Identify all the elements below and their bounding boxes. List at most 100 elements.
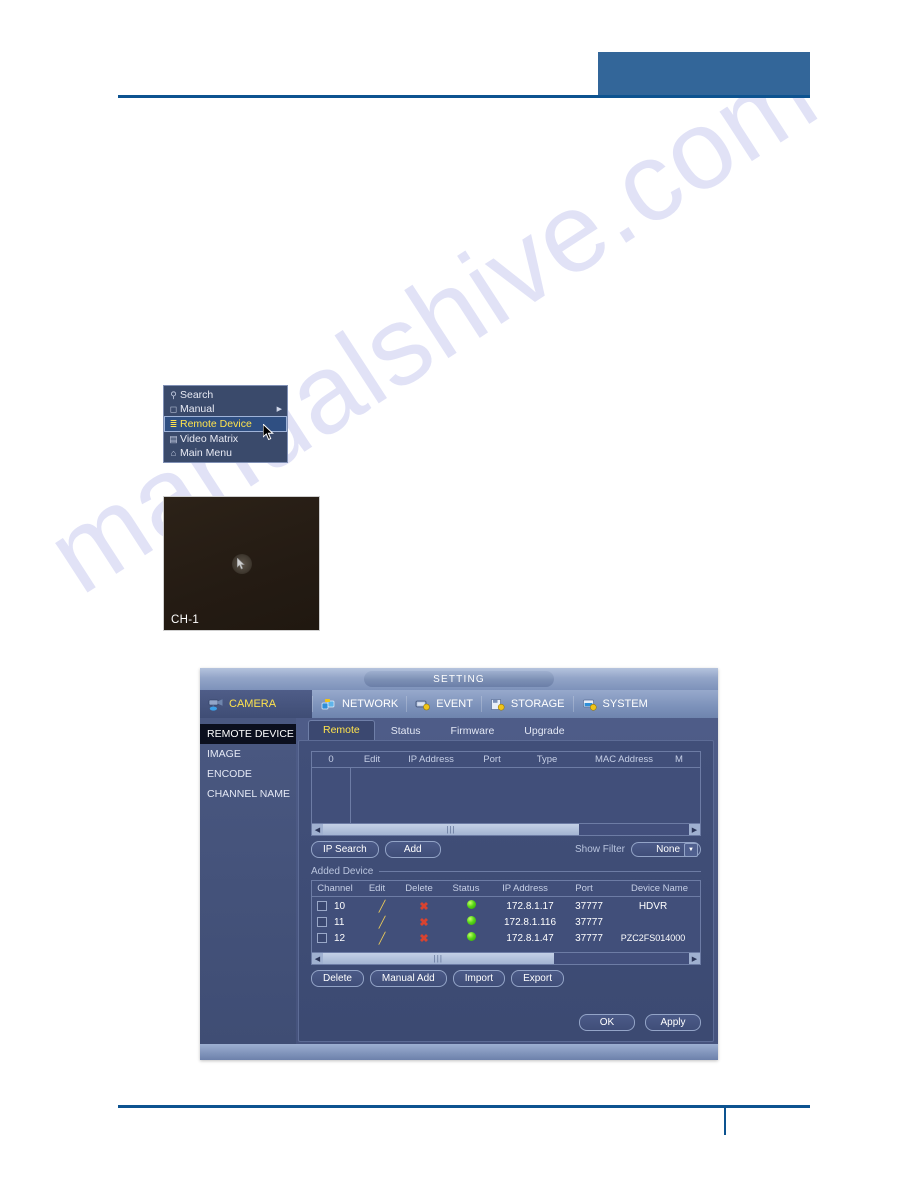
tab-firmware[interactable]: Firmware [437, 722, 509, 740]
tab-bar: Remote Status Firmware Upgrade [296, 718, 718, 740]
cell-port: 37777 [575, 900, 603, 912]
scroll-track[interactable]: ||| [323, 824, 689, 835]
chevron-down-icon[interactable]: ▼ [684, 842, 698, 857]
dialog-sidebar: REMOTE DEVICE IMAGE ENCODE CHANNEL NAME [200, 718, 296, 1044]
search-table-hscrollbar[interactable]: ◀ ||| ▶ [312, 823, 700, 835]
show-filter-select[interactable]: None ▼ [631, 842, 701, 857]
status-led-icon [466, 932, 476, 941]
edit-pencil-icon[interactable]: ╱ [379, 917, 386, 929]
scroll-right-icon[interactable]: ▶ [689, 953, 700, 964]
table-row[interactable]: 11 ╱ ✖ 172.8.1.116 37777 [312, 914, 700, 930]
col-device-name: Device Name [630, 883, 688, 894]
show-filter-value: None [656, 844, 680, 855]
system-icon [582, 699, 597, 711]
ok-button[interactable]: OK [579, 1014, 635, 1031]
delete-x-icon[interactable]: ✖ [419, 917, 428, 929]
nav-tab-label: CAMERA [229, 698, 277, 710]
scroll-thumb[interactable]: ||| [323, 953, 554, 964]
cell-ip-address: 172.8.1.17 [506, 900, 554, 912]
channel-preview[interactable]: CH-1 [163, 496, 320, 631]
delete-x-icon[interactable]: ✖ [419, 901, 428, 913]
show-filter-group: Show Filter None ▼ [575, 842, 701, 857]
col-edit: Edit [363, 754, 381, 765]
nav-tab-storage[interactable]: STORAGE [482, 690, 573, 718]
sidebar-item-image[interactable]: IMAGE [200, 744, 296, 764]
col-m: M [675, 754, 683, 765]
scroll-grip-icon: ||| [446, 825, 456, 834]
storage-icon [491, 698, 505, 710]
col-ip-address: IP Address [502, 883, 548, 894]
context-menu-item-manual[interactable]: ◻ Manual ▶ [164, 402, 287, 416]
table-row[interactable]: 12 ╱ ✖ 172.8.1.47 37777 PZC2FS014000 [312, 930, 700, 946]
edit-pencil-icon[interactable]: ╱ [379, 933, 386, 945]
apply-button[interactable]: Apply [645, 1014, 701, 1031]
search-table-header: 0 Edit IP Address Port Type MAC Address … [312, 752, 700, 768]
sidebar-item-channel-name[interactable]: CHANNEL NAME [200, 784, 296, 804]
context-menu-item-label: Video Matrix [180, 433, 239, 445]
status-led-icon [466, 916, 476, 925]
search-results-table: 0 Edit IP Address Port Type MAC Address … [311, 751, 701, 836]
cell-port: 37777 [575, 932, 603, 944]
col-delete: Delete [405, 883, 433, 894]
tab-upgrade[interactable]: Upgrade [510, 722, 578, 740]
scroll-thumb[interactable]: ||| [323, 824, 580, 835]
col-ip-address: IP Address [408, 754, 454, 765]
sidebar-item-remote-device[interactable]: REMOTE DEVICE [200, 724, 296, 744]
nav-tab-system[interactable]: SYSTEM [574, 690, 656, 718]
nav-tab-network[interactable]: NETWORK [313, 690, 406, 718]
search-table-body [312, 768, 700, 823]
row-checkbox[interactable] [317, 917, 327, 927]
preview-cursor-highlight [231, 553, 252, 574]
row-checkbox[interactable] [317, 901, 327, 911]
scroll-right-icon[interactable]: ▶ [689, 824, 700, 835]
col-type: Type [536, 754, 558, 765]
added-table-hscrollbar[interactable]: ◀ ||| ▶ [312, 952, 700, 964]
import-button[interactable]: Import [452, 970, 506, 987]
add-button[interactable]: Add [384, 841, 441, 858]
context-menu-item-label: Search [180, 389, 214, 401]
delete-button[interactable]: Delete [311, 970, 364, 987]
table-row[interactable]: 10 ╱ ✖ 172.8.1.17 37777 HDVR [312, 898, 700, 914]
nav-tab-label: STORAGE [510, 698, 565, 710]
nav-tab-event[interactable]: EVENT [407, 690, 481, 718]
ip-search-button[interactable]: IP Search [311, 841, 379, 858]
scroll-track[interactable]: ||| [323, 953, 689, 964]
delete-x-icon[interactable]: ✖ [419, 933, 428, 945]
scroll-left-icon[interactable]: ◀ [312, 953, 323, 964]
cell-ip-address: 172.8.1.116 [503, 916, 557, 928]
mouse-icon: ◻ [169, 403, 178, 414]
dialog-title: SETTING [364, 671, 554, 687]
remote-panel: 0 Edit IP Address Port Type MAC Address … [298, 740, 714, 1042]
context-menu-item-label: Remote Device [180, 418, 252, 430]
row-checkbox[interactable] [317, 933, 327, 943]
sidebar-item-encode[interactable]: ENCODE [200, 764, 296, 784]
edit-pencil-icon[interactable]: ╱ [379, 901, 386, 913]
cell-channel: 10 [334, 900, 346, 912]
home-icon: ⌂ [170, 448, 177, 458]
cell-channel: 11 [334, 916, 345, 928]
added-device-label: Added Device [311, 866, 374, 877]
cell-ip-address: 172.8.1.47 [506, 932, 554, 944]
group-divider [379, 871, 701, 872]
scroll-left-icon[interactable]: ◀ [312, 824, 323, 835]
cell-channel: 12 [334, 932, 346, 944]
mouse-cursor-icon [263, 424, 274, 441]
context-menu-item-main-menu[interactable]: ⌂ Main Menu [164, 446, 287, 460]
footer-tick [724, 1105, 726, 1135]
tab-status[interactable]: Status [377, 722, 435, 740]
manual-add-button[interactable]: Manual Add [369, 970, 447, 987]
export-button[interactable]: Export [511, 970, 564, 987]
added-device-table: Channel Edit Delete Status IP Address Po… [311, 880, 701, 965]
header-accent-block [598, 52, 810, 97]
preview-channel-label: CH-1 [171, 614, 200, 626]
context-menu-item-label: Manual [180, 403, 215, 415]
network-icon: ≣ [169, 418, 178, 429]
nav-tab-label: SYSTEM [602, 698, 648, 710]
tab-remote[interactable]: Remote [308, 720, 375, 740]
dialog-footer-buttons: OK Apply [579, 1014, 701, 1031]
nav-tab-camera[interactable]: CAMERA [200, 690, 312, 718]
show-filter-label: Show Filter [574, 844, 625, 855]
scroll-grip-icon: ||| [433, 954, 443, 963]
col-mac-address: MAC Address [594, 754, 654, 765]
context-menu-item-search[interactable]: ⚲ Search [164, 388, 287, 402]
